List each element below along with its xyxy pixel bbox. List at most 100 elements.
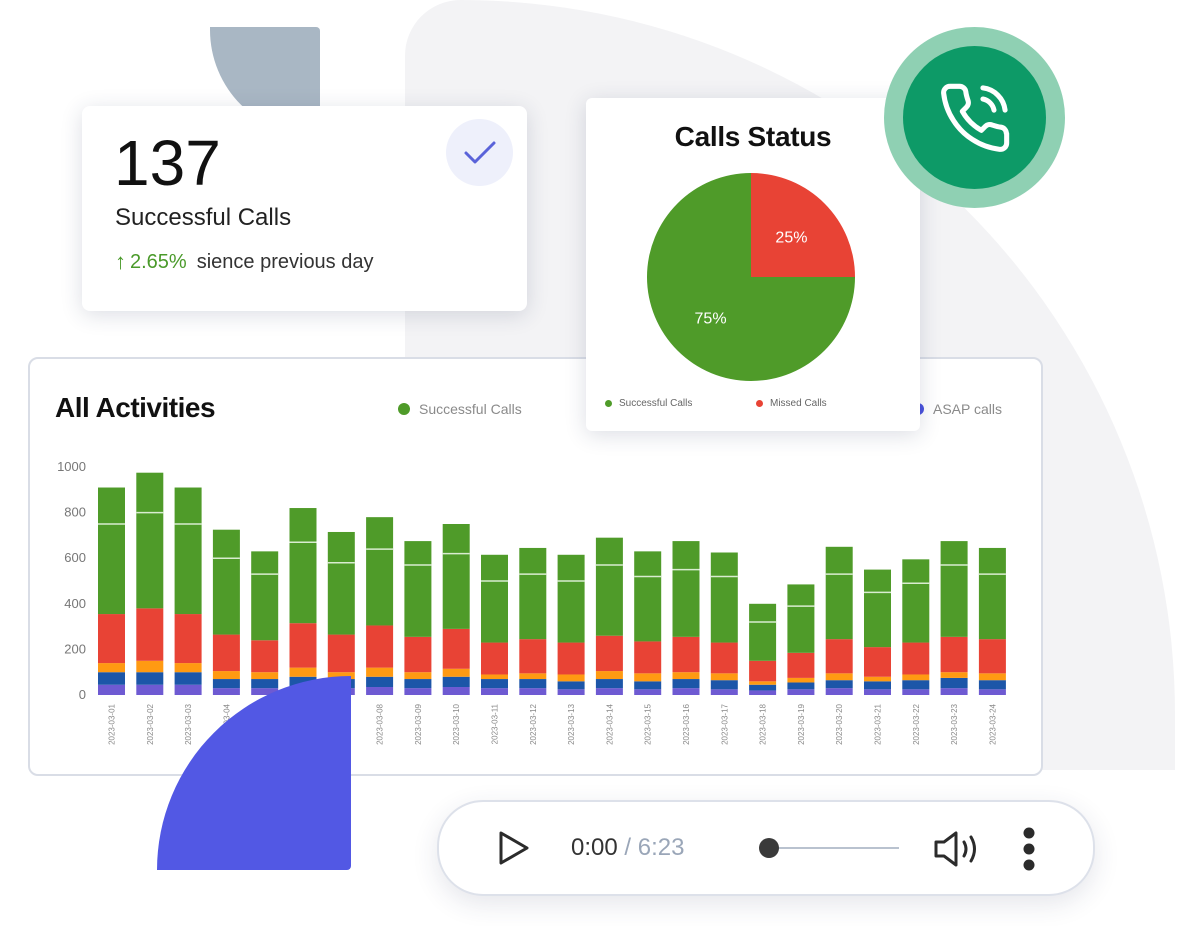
bar-segment[interactable] [251, 679, 279, 689]
bar-segment[interactable] [366, 676, 394, 688]
bar-segment[interactable] [978, 639, 1006, 674]
bar-segment[interactable] [519, 688, 547, 695]
bar-segment[interactable] [327, 531, 355, 635]
bar-segment[interactable] [404, 636, 432, 673]
bar-segment[interactable] [940, 541, 968, 637]
bar-segment[interactable] [825, 680, 853, 689]
bar-segment[interactable] [672, 672, 700, 680]
bar-segment[interactable] [212, 634, 240, 672]
bar-segment[interactable] [404, 541, 432, 637]
bar-segment[interactable] [978, 689, 1006, 695]
bar-segment[interactable] [404, 679, 432, 689]
bar-segment[interactable] [557, 689, 585, 695]
bar-segment[interactable] [940, 672, 968, 678]
bar-segment[interactable] [978, 680, 1006, 690]
bar-segment[interactable] [710, 642, 738, 674]
bar-segment[interactable] [749, 681, 777, 685]
pie-legend-missed[interactable]: Missed Calls [756, 398, 827, 409]
bar-segment[interactable] [787, 652, 815, 678]
bar-segment[interactable] [672, 688, 700, 695]
play-icon[interactable] [497, 830, 531, 866]
bar-segment[interactable] [136, 672, 164, 685]
bar-segment[interactable] [98, 614, 125, 664]
legend-item-asap-calls[interactable]: ASAP calls [918, 401, 1002, 417]
bar-segment[interactable] [442, 687, 470, 695]
bar-segment[interactable] [978, 547, 1006, 640]
more-vertical-icon[interactable] [1019, 826, 1039, 872]
bar-segment[interactable] [864, 569, 891, 648]
bar-segment[interactable] [864, 689, 891, 695]
bar-segment[interactable] [787, 584, 815, 653]
bar-segment[interactable] [481, 554, 508, 643]
bar-segment[interactable] [366, 687, 394, 695]
bar-segment[interactable] [864, 647, 891, 677]
bar-segment[interactable] [442, 628, 470, 669]
bar-segment[interactable] [557, 554, 585, 643]
bar-segment[interactable] [557, 674, 585, 682]
bar-segment[interactable] [174, 487, 202, 615]
bar-segment[interactable] [634, 689, 662, 695]
bar-segment[interactable] [289, 508, 317, 624]
bar-segment[interactable] [404, 688, 432, 695]
bar-segment[interactable] [174, 672, 202, 685]
bar-segment[interactable] [442, 668, 470, 677]
bar-segment[interactable] [749, 603, 777, 661]
bar-segment[interactable] [212, 679, 240, 689]
bar-segment[interactable] [481, 674, 508, 680]
bar-segment[interactable] [595, 537, 623, 636]
bar-segment[interactable] [749, 684, 777, 691]
bar-segment[interactable] [595, 635, 623, 672]
bar-segment[interactable] [289, 623, 317, 668]
bar-segment[interactable] [519, 639, 547, 674]
bar-segment[interactable] [672, 636, 700, 673]
bar-segment[interactable] [519, 679, 547, 689]
bar-segment[interactable] [978, 673, 1006, 681]
bar-segment[interactable] [902, 674, 930, 681]
bar-segment[interactable] [519, 547, 547, 640]
bar-segment[interactable] [481, 688, 508, 695]
bar-segment[interactable] [212, 671, 240, 680]
bar-segment[interactable] [902, 559, 930, 643]
bar-segment[interactable] [672, 541, 700, 637]
bar-segment[interactable] [136, 608, 164, 661]
bar-segment[interactable] [595, 679, 623, 689]
bar-segment[interactable] [634, 551, 662, 642]
bar-segment[interactable] [940, 677, 968, 689]
bar-segment[interactable] [749, 660, 777, 682]
bar-segment[interactable] [749, 690, 777, 695]
bar-segment[interactable] [251, 640, 279, 673]
bar-segment[interactable] [634, 681, 662, 690]
bar-segment[interactable] [366, 517, 394, 626]
bar-segment[interactable] [710, 673, 738, 681]
bar-segment[interactable] [710, 552, 738, 643]
seek-thumb[interactable] [759, 838, 779, 858]
bar-segment[interactable] [98, 684, 125, 695]
bar-segment[interactable] [787, 682, 815, 690]
bar-segment[interactable] [902, 642, 930, 675]
bar-segment[interactable] [634, 673, 662, 682]
bar-segment[interactable] [825, 546, 853, 640]
bar-segment[interactable] [710, 680, 738, 690]
bar-segment[interactable] [366, 667, 394, 677]
bar-segment[interactable] [864, 681, 891, 690]
bar-segment[interactable] [98, 672, 125, 685]
bar-segment[interactable] [825, 673, 853, 681]
bar-segment[interactable] [174, 663, 202, 673]
bar-segment[interactable] [136, 472, 164, 609]
pie-legend-successful[interactable]: Successful Calls [605, 398, 692, 409]
bar-segment[interactable] [251, 551, 279, 641]
bar-segment[interactable] [557, 642, 585, 675]
bar-segment[interactable] [672, 679, 700, 689]
bar-segment[interactable] [595, 671, 623, 680]
bar-segment[interactable] [251, 672, 279, 680]
bar-segment[interactable] [174, 614, 202, 664]
bar-segment[interactable] [98, 663, 125, 673]
phone-badge[interactable] [884, 27, 1065, 208]
bar-segment[interactable] [442, 524, 470, 629]
bar-segment[interactable] [787, 677, 815, 683]
bar-segment[interactable] [481, 642, 508, 675]
bar-segment[interactable] [366, 625, 394, 668]
bar-segment[interactable] [557, 681, 585, 690]
bar-segment[interactable] [327, 634, 355, 673]
pie-slice[interactable] [751, 173, 855, 277]
